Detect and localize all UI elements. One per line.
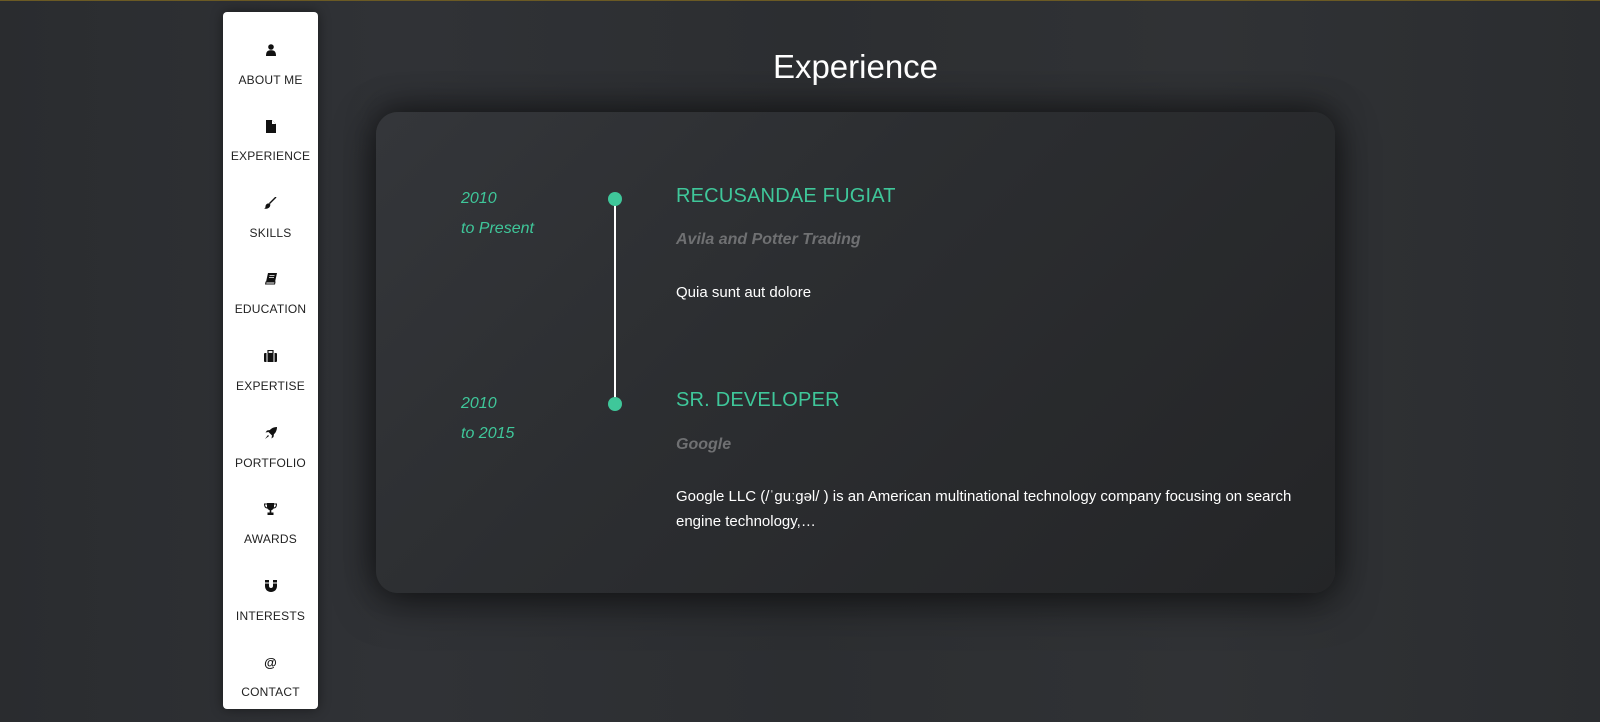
company-name: Avila and Potter Trading bbox=[676, 231, 861, 248]
sidebar-item-portfolio[interactable]: PORTFOLIO bbox=[223, 409, 318, 485]
sidebar-item-skills[interactable]: SKILLS bbox=[223, 179, 318, 255]
job-description: Google LLC (/ˈɡuːɡəl/ ) is an American m… bbox=[676, 488, 1292, 530]
sidebar-item-label: SKILLS bbox=[249, 226, 292, 240]
sidebar-item-education[interactable]: EDUCATION bbox=[223, 255, 318, 331]
timeline-dot bbox=[608, 192, 622, 206]
timeline-dot bbox=[608, 397, 622, 411]
timeline-date-start: 2010 bbox=[461, 395, 497, 412]
sidebar-item-interests[interactable]: INTERESTS bbox=[223, 562, 318, 638]
timeline-date-end: to Present bbox=[461, 220, 534, 237]
sidebar-item-label: EXPERIENCE bbox=[230, 149, 311, 163]
sidebar-item-label: INTERESTS bbox=[235, 609, 306, 623]
page-title: Experience bbox=[772, 48, 939, 85]
timeline-line bbox=[614, 199, 616, 404]
sidebar-item-experience[interactable]: EXPERIENCE bbox=[223, 102, 318, 178]
top-border bbox=[0, 0, 1600, 1]
briefcase-icon bbox=[223, 349, 318, 363]
user-icon bbox=[223, 43, 318, 57]
job-title: RECUSANDAE FUGIAT bbox=[676, 185, 896, 207]
job-description: Quia sunt aut dolore bbox=[676, 284, 812, 301]
company-name: Google bbox=[676, 436, 732, 453]
sidebar-item-label: AWARDS bbox=[244, 532, 297, 546]
book-icon bbox=[223, 272, 318, 286]
trophy-icon bbox=[223, 502, 318, 516]
sidebar-item-label: CONTACT bbox=[241, 685, 300, 699]
job-title: SR. DEVELOPER bbox=[676, 389, 840, 411]
sidebar-nav: ABOUT ME EXPERIENCE SKILLS EDUCATION EXP… bbox=[223, 12, 318, 709]
timeline-date-end: to 2015 bbox=[461, 425, 515, 442]
sidebar-item-label: ABOUT ME bbox=[238, 73, 303, 87]
sidebar-item-about-me[interactable]: ABOUT ME bbox=[223, 26, 318, 102]
sidebar-item-awards[interactable]: AWARDS bbox=[223, 485, 318, 561]
timeline-date-start: 2010 bbox=[461, 190, 497, 207]
sidebar-item-expertise[interactable]: EXPERTISE bbox=[223, 332, 318, 408]
rocket-icon bbox=[223, 426, 318, 440]
sidebar-item-label: EXPERTISE bbox=[236, 379, 305, 393]
sidebar-item-label: PORTFOLIO bbox=[235, 456, 306, 470]
file-icon bbox=[223, 119, 318, 133]
at-icon: @ bbox=[264, 654, 277, 670]
sidebar-item-contact[interactable]: @ CONTACT bbox=[223, 638, 318, 714]
sidebar-item-label: EDUCATION bbox=[234, 302, 307, 316]
paint-brush-icon bbox=[223, 196, 318, 210]
magnet-icon bbox=[223, 579, 318, 593]
